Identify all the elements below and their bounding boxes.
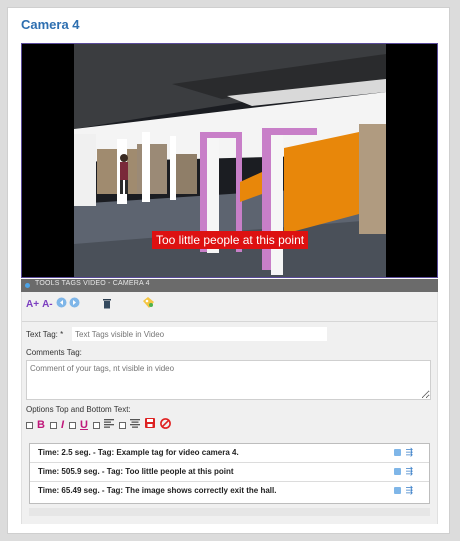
tag-text: Time: 2.5 seg. - Tag: Example tag for vi… <box>38 448 239 457</box>
align-left-checkbox[interactable] <box>92 421 100 429</box>
comments-label: Comments Tag: <box>26 348 82 357</box>
tag-list-item[interactable]: Time: 65.49 seg. - Tag: The image shows … <box>30 482 429 501</box>
align-left-icon[interactable] <box>103 418 114 432</box>
edit-tag-icon[interactable]: ⇶ <box>405 486 413 495</box>
edit-tag-icon[interactable]: ⇶ <box>405 467 413 476</box>
tag-list-item[interactable]: Time: 2.5 seg. - Tag: Example tag for vi… <box>30 444 429 463</box>
tag-text: Time: 65.49 seg. - Tag: The image shows … <box>38 486 277 495</box>
play-tag-icon[interactable] <box>394 487 401 494</box>
video-subtitle: Too little people at this point <box>152 231 309 249</box>
bold-icon[interactable]: B <box>37 418 45 432</box>
italic-checkbox[interactable] <box>49 421 57 429</box>
edit-tag-icon[interactable]: ⇶ <box>405 448 413 457</box>
tag-list-footer <box>29 508 430 516</box>
align-center-checkbox[interactable] <box>118 421 126 429</box>
options-label: Options Top and Bottom Text: <box>26 405 131 414</box>
rewind-icon[interactable] <box>56 297 67 313</box>
tag-list-item[interactable]: Time: 505.9 seg. - Tag: Too little peopl… <box>30 463 429 482</box>
italic-icon[interactable]: I <box>61 418 64 432</box>
align-center-icon[interactable] <box>129 418 140 432</box>
tools-header-bar: TOOLS TAGS VIDEO - CAMERA 4 <box>21 279 438 292</box>
underline-checkbox[interactable] <box>69 421 77 429</box>
tools-area: A+ A- Text Tag: * Comments Tag: Options … <box>21 292 438 524</box>
tool-icons-row: A+ A- <box>26 296 155 314</box>
trash-icon[interactable] <box>102 297 112 314</box>
cancel-icon[interactable] <box>160 417 171 433</box>
comments-textarea[interactable] <box>26 360 431 400</box>
text-tag-input[interactable] <box>72 327 327 341</box>
tag-text: Time: 505.9 seg. - Tag: Too little peopl… <box>38 467 234 476</box>
forward-icon[interactable] <box>69 297 80 313</box>
play-tag-icon[interactable] <box>394 449 401 456</box>
camera-dot-icon <box>25 283 30 288</box>
underline-icon[interactable]: U <box>80 418 88 432</box>
tag-icon[interactable] <box>142 296 155 314</box>
camera-panel: Camera 4 Too little people at this point… <box>7 7 450 534</box>
font-increase-icon[interactable]: A+ <box>26 298 39 312</box>
divider <box>22 321 437 322</box>
font-decrease-icon[interactable]: A- <box>42 298 53 312</box>
video-player[interactable]: Too little people at this point <box>21 43 438 278</box>
play-tag-icon[interactable] <box>394 468 401 475</box>
tools-header-label: TOOLS TAGS VIDEO - CAMERA 4 <box>35 280 150 287</box>
text-tag-label: Text Tag: * <box>26 330 64 339</box>
format-options-row: B I U <box>26 417 176 433</box>
bold-checkbox[interactable] <box>26 421 33 429</box>
tag-list: Time: 2.5 seg. - Tag: Example tag for vi… <box>29 443 430 504</box>
save-icon[interactable] <box>144 418 155 432</box>
page-title: Camera 4 <box>21 17 80 32</box>
